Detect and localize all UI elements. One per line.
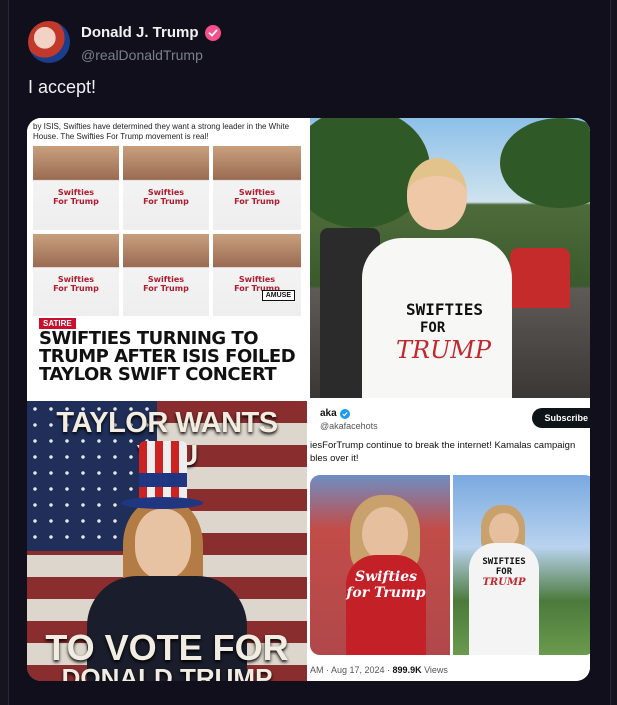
tweet-text: I accept! — [28, 77, 97, 97]
quoted-meta: AM · Aug 17, 2024 · 899.9K Views — [310, 665, 448, 675]
collage-photo: Swifties For Trump — [33, 146, 119, 230]
white-tshirt: SWIFTIES FOR TRUMP — [469, 543, 539, 655]
article-caption: by ISIS, Swifties have determined they w… — [33, 122, 290, 141]
shirt-text: SWIFTIES — [406, 300, 484, 319]
author-name[interactable]: Donald J. Trump — [81, 24, 199, 41]
tshirt: SWIFTIES FOR TRUMP — [362, 238, 512, 398]
main-person: SWIFTIES FOR TRUMP — [362, 158, 512, 398]
uncle-sam-hat-icon — [121, 441, 203, 511]
collage-photo: Swifties For Trump — [123, 234, 209, 316]
collage-photo: Swifties For Trump — [213, 234, 301, 316]
media-image-rally-photo[interactable]: SWIFTIES FOR TRUMP — [310, 118, 590, 398]
poster-face — [135, 509, 191, 579]
quoted-views-label: Views — [421, 665, 448, 675]
quoted-handle: @akafacehots — [320, 421, 378, 431]
quoted-views-count: 899.9K — [392, 665, 422, 675]
verified-badge-icon — [204, 24, 221, 41]
quoted-author-name: aka — [320, 408, 337, 419]
verified-badge-icon — [339, 408, 350, 419]
red-tshirt: Swifties for Trump — [346, 555, 426, 655]
person-head — [407, 158, 467, 230]
person-face — [362, 507, 408, 561]
poster-line2: DONALD TRUMP — [61, 663, 273, 681]
quoted-photo: SWIFTIES FOR TRUMP — [453, 475, 590, 655]
collage-photo: Swifties For Trump — [213, 146, 301, 230]
collage-photo: Swifties For Trump — [33, 234, 119, 316]
shirt-text: FOR — [420, 320, 446, 336]
author-row: Donald J. Trump — [81, 24, 221, 41]
article-headline: SWIFTIES TURNING TO TRUMP AFTER ISIS FOI… — [39, 328, 296, 385]
subscribe-button: Subscribe — [532, 408, 590, 428]
shirt-text: TRUMP — [396, 336, 492, 364]
quoted-author: aka — [320, 408, 350, 419]
collage-photo: Swifties For Trump — [123, 146, 209, 230]
media-image-poster[interactable]: TAYLOR WANTS YOU TO VOTE FOR DONALD TRUM… — [27, 401, 307, 681]
person-face — [489, 513, 519, 547]
media-image-quoted-tweet[interactable]: aka @akafacehots Subscribe iesForTrump c… — [310, 401, 590, 681]
avatar[interactable] — [28, 21, 70, 63]
media-grid[interactable]: by ISIS, Swifties have determined they w… — [27, 118, 590, 681]
media-image-satire-article[interactable]: by ISIS, Swifties have determined they w… — [27, 118, 307, 398]
watermark: AMUSE — [261, 290, 295, 301]
quoted-photo: Swifties for Trump — [310, 475, 450, 655]
author-handle[interactable]: @realDonaldTrump — [81, 47, 203, 63]
quoted-text: iesForTrump continue to break the intern… — [310, 440, 576, 464]
background-person — [510, 248, 570, 308]
quoted-timestamp: AM · Aug 17, 2024 · — [310, 665, 393, 675]
